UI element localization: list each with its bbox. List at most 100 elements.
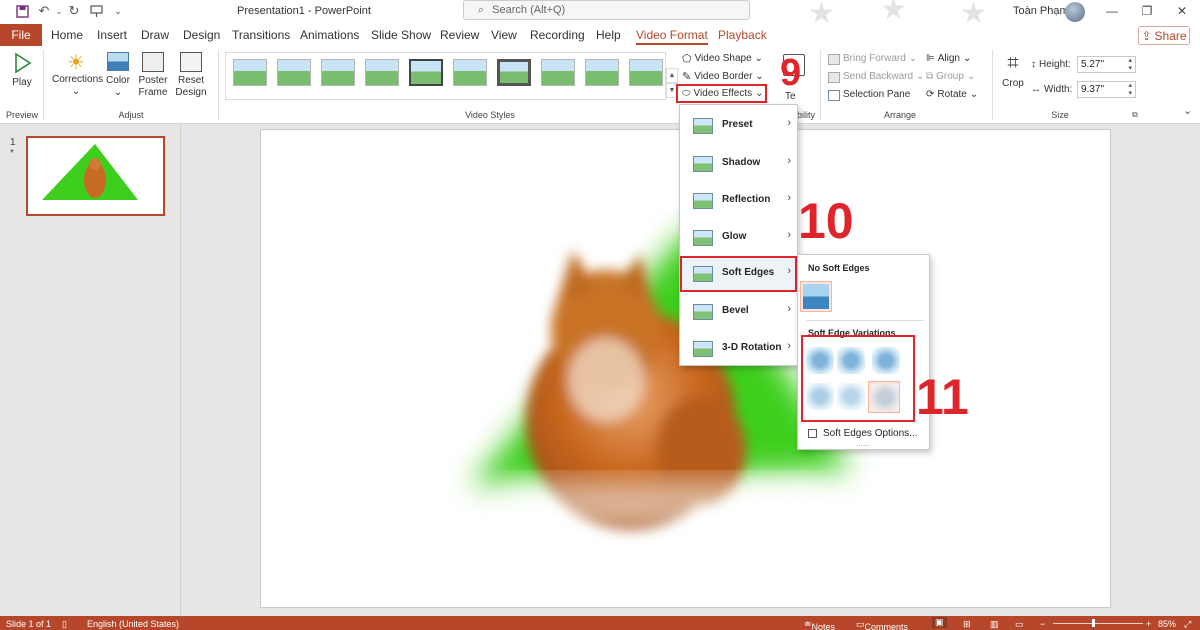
menu-item-shadow[interactable]: Shadow › [680,146,797,182]
reading-view-icon[interactable]: ▥ [990,619,999,630]
zoom-level[interactable]: 85% [1158,619,1176,629]
soft-edge-variation[interactable] [806,347,834,374]
avatar[interactable] [1065,2,1085,22]
tab-review[interactable]: Review [440,24,479,46]
video-style-thumb[interactable] [365,59,399,86]
soft-edge-variation-selected[interactable] [868,381,900,413]
tab-file[interactable]: File [0,24,42,46]
spinner-icon[interactable]: ▴ ▾ [1128,82,1132,98]
tab-transitions[interactable]: Transitions [232,24,290,46]
video-shape-button[interactable]: ⬠ Video Shape ⌄ [682,51,763,67]
comments-button[interactable]: ▭ Comments [856,619,908,630]
rotate-button[interactable]: ⟳ Rotate ⌄ [926,87,978,103]
user-name[interactable]: Toàn Phạm [1013,5,1069,17]
collapse-ribbon-icon[interactable]: ⌄ [1183,104,1192,117]
zoom-slider-thumb[interactable] [1092,619,1095,627]
height-label: ↕ Height: [1031,57,1071,73]
menu-item-reflection[interactable]: Reflection › [680,183,797,219]
slideshow-view-icon[interactable]: ▭ [1015,619,1024,630]
normal-view-icon[interactable]: ▣ [932,617,947,628]
share-button[interactable]: ⇪ Share [1138,26,1190,45]
tab-help[interactable]: Help [596,24,621,46]
no-soft-edges-option[interactable] [800,281,832,312]
soft-edge-variation[interactable] [837,383,865,410]
video-style-thumb[interactable] [409,59,443,86]
video-styles-gallery [225,52,666,100]
tab-recording[interactable]: Recording [530,24,585,46]
menu-item-soft-edges[interactable]: Soft Edges › [680,256,797,292]
poster-frame-button[interactable]: Poster Frame [136,52,170,99]
soft-edge-variation[interactable] [837,347,865,374]
resize-grip-icon[interactable]: ⋯⋯ [856,442,870,450]
video-border-button[interactable]: ✎ Video Border ⌄ [682,69,764,85]
save-icon[interactable] [14,3,30,19]
menu-item-3d-rotation[interactable]: 3-D Rotation › [680,331,797,367]
play-button[interactable]: Play [8,52,36,89]
send-backward-button[interactable]: Send Backward ⌄ [828,69,924,85]
tab-animations[interactable]: Animations [300,24,359,46]
soft-edges-options-button[interactable]: Soft Edges Options... [808,428,918,439]
zoom-in-icon[interactable]: + [1146,619,1151,629]
video-effects-button[interactable]: ⬭ Video Effects ⌄ [676,84,767,103]
language-indicator[interactable]: English (United States) [87,619,179,629]
undo-icon[interactable]: ↶ [36,3,52,19]
tab-design[interactable]: Design [183,24,220,46]
menu-item-glow[interactable]: Glow › [680,220,797,256]
size-dialog-launcher-icon[interactable]: ⧉ [1132,110,1138,120]
zoom-slider[interactable] [1053,623,1143,624]
width-input[interactable]: 9.37" ▴ ▾ [1077,81,1136,98]
customize-qat-icon[interactable]: ⌄ [110,3,126,19]
height-input[interactable]: 5.27" ▴ ▾ [1077,56,1136,73]
corrections-button[interactable]: ☀ Corrections ⌄ [52,52,103,98]
group-button[interactable]: ⧉ Group ⌄ [926,69,975,85]
crop-button[interactable]: ⌗ Crop [1000,52,1026,90]
tab-playback[interactable]: Playback [718,24,767,46]
search-box[interactable]: ⌕ Search (Alt+Q) [463,0,750,20]
video-style-thumb[interactable] [541,59,575,86]
align-button[interactable]: ⊫ Align ⌄ [926,51,971,67]
bring-forward-icon [828,53,840,65]
chevron-right-icon: › [787,229,791,241]
tab-home[interactable]: Home [51,24,83,46]
slide-thumbnail[interactable] [26,136,165,216]
reset-design-button[interactable]: Reset Design [172,52,210,99]
menu-item-bevel[interactable]: Bevel › [680,294,797,330]
separator [43,50,44,120]
redo-icon[interactable]: ↻ [66,3,82,19]
chevron-right-icon: › [787,117,791,129]
tab-view[interactable]: View [491,24,517,46]
bring-forward-button[interactable]: Bring Forward ⌄ [828,51,917,67]
tab-draw[interactable]: Draw [141,24,169,46]
fit-to-window-icon[interactable]: ⤢ [1184,619,1191,630]
video-style-thumb[interactable] [453,59,487,86]
tab-video-format[interactable]: Video Format [636,24,708,46]
soft-edge-variation[interactable] [872,347,900,374]
soft-edge-variation[interactable] [806,383,834,410]
undo-dropdown-icon[interactable]: ⌄ [51,3,67,19]
restore-icon[interactable]: ❐ [1133,2,1161,20]
share-icon: ⇪ [1141,28,1152,43]
gallery-scroll-up-icon[interactable]: ▲ [666,68,678,83]
minimize-icon[interactable]: — [1098,2,1126,20]
tab-insert[interactable]: Insert [97,24,127,46]
video-style-thumb[interactable] [277,59,311,86]
present-icon[interactable] [88,3,104,19]
tab-slide-show[interactable]: Slide Show [371,24,431,46]
slide-sorter-icon[interactable]: ⊞ [963,619,971,630]
menu-item-preset[interactable]: Preset › [680,108,797,144]
notes-button[interactable]: ≐ Notes [804,619,835,630]
selection-pane-button[interactable]: Selection Pane [828,87,910,103]
status-bar: Slide 1 of 1 ▯ English (United States) ≐… [0,616,1200,630]
spinner-icon[interactable]: ▴ ▾ [1128,57,1132,73]
video-style-thumb[interactable] [585,59,619,86]
close-icon[interactable]: ✕ [1168,2,1196,20]
video-style-thumb[interactable] [629,59,663,86]
slide-count: Slide 1 of 1 [6,619,52,629]
effects-icon: ⬭ [682,87,691,99]
color-button[interactable]: Color ⌄ [104,52,132,99]
zoom-out-icon[interactable]: − [1040,619,1045,629]
spelling-icon[interactable]: ▯ [62,619,67,630]
video-style-thumb[interactable] [497,59,531,86]
video-style-thumb[interactable] [321,59,355,86]
video-style-thumb[interactable] [233,59,267,86]
